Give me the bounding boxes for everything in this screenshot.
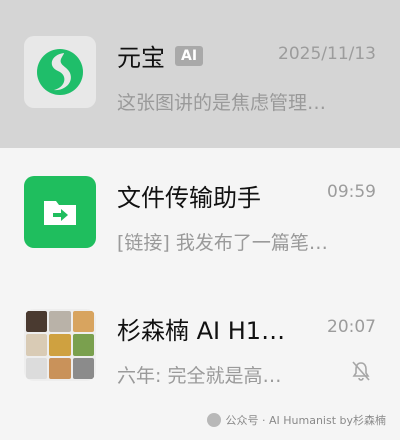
group-member-photo — [72, 357, 94, 379]
watermark-text: 公众号 · AI Humanist by杉森楠 — [225, 414, 386, 427]
chat-preview: 这张图讲的是焦虑管理… — [117, 92, 327, 114]
watermark: 公众号 · AI Humanist by杉森楠 — [207, 412, 386, 428]
group-photo-grid — [24, 309, 96, 381]
group-member-photo — [26, 357, 48, 379]
avatar — [24, 36, 96, 108]
avatar — [24, 309, 96, 381]
group-member-photo — [49, 357, 71, 379]
chat-title: 元宝 AI — [117, 38, 204, 73]
chat-title: 杉森楠 AI H1… — [117, 311, 285, 346]
folder-arrow-icon — [44, 201, 76, 225]
chat-row-yuanbao[interactable]: 元宝 AI 2025/11/13 这张图讲的是焦虑管理… — [0, 0, 400, 148]
group-member-photo — [26, 334, 48, 356]
group-member-photo — [72, 334, 94, 356]
chat-name: 元宝 — [117, 44, 165, 72]
group-member-photo — [72, 311, 94, 333]
chat-list: 元宝 AI 2025/11/13 这张图讲的是焦虑管理… 文件传输助手 09:5… — [0, 0, 400, 440]
group-member-photo — [49, 334, 71, 356]
chat-name: 杉森楠 AI H1… — [117, 317, 286, 345]
group-member-photo — [49, 311, 71, 333]
avatar — [24, 176, 96, 248]
ai-badge: AI — [175, 45, 204, 66]
chat-name: 文件传输助手 — [117, 184, 261, 212]
chat-time: 09:59 — [327, 182, 376, 202]
wechat-official-account-icon — [207, 413, 222, 427]
chat-time: 20:07 — [327, 317, 376, 337]
bell-slash-icon — [352, 361, 370, 381]
chat-preview: [链接] 我发布了一篇笔… — [117, 232, 328, 254]
yuanbao-logo-icon — [37, 49, 83, 95]
chat-preview: 六年: 完全就是高… — [117, 365, 282, 387]
chat-title: 文件传输助手 — [117, 178, 261, 213]
chat-time: 2025/11/13 — [278, 44, 376, 64]
group-member-photo — [26, 311, 48, 333]
chat-row-file-transfer[interactable]: 文件传输助手 09:59 [链接] 我发布了一篇笔… — [0, 148, 400, 293]
